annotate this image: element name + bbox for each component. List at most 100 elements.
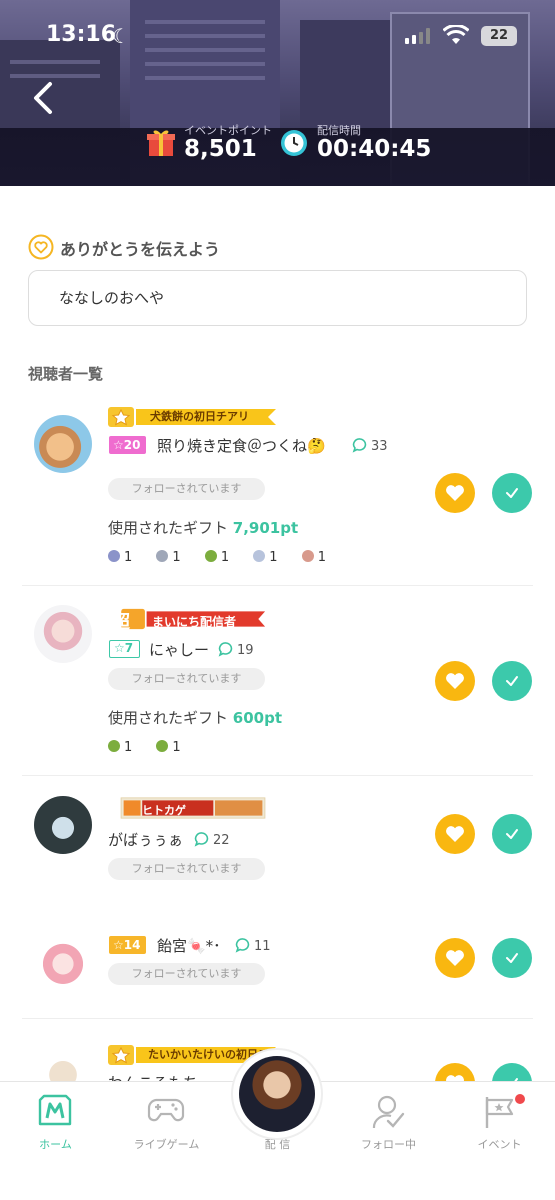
comment-count: 33 xyxy=(352,437,388,454)
comment-icon xyxy=(218,642,233,657)
level-badge: ☆14 xyxy=(109,936,147,954)
gift-total-label: 使用されたギフト xyxy=(108,519,229,537)
gift-icon xyxy=(156,740,169,752)
status-time: 13:16 xyxy=(46,22,117,47)
tab-event-label: イベント xyxy=(477,1138,522,1151)
stream-header: 13:16 ☾ 22 イベントポイント 8,501 配信時間 00:40:45 xyxy=(0,0,555,186)
comment-count-value: 33 xyxy=(371,439,388,454)
thanks-heart-button[interactable] xyxy=(435,814,475,854)
clock-icon xyxy=(281,130,307,156)
viewer-name[interactable]: 飴宮🍬*･ xyxy=(157,935,221,956)
check-button[interactable] xyxy=(492,938,532,978)
follow-status-badge: フォローされています xyxy=(108,858,265,880)
notification-dot xyxy=(515,1094,525,1104)
thanks-heart-button[interactable] xyxy=(435,473,475,513)
stream-duration: 配信時間 00:40:45 xyxy=(279,124,431,172)
gift-item: 1 xyxy=(301,550,326,565)
viewer-avatar[interactable] xyxy=(34,605,92,663)
home-m-icon xyxy=(38,1094,72,1126)
bottom-tab-bar: ホーム ライブゲーム 配 信 フォロー中 イベント xyxy=(0,1048,555,1200)
viewers-list-title: 視聴者一覧 xyxy=(28,365,104,383)
gift-item: 1 xyxy=(156,740,181,755)
tab-event[interactable]: イベント xyxy=(444,1082,555,1200)
broadcaster-avatar xyxy=(239,1056,315,1132)
viewer-avatar[interactable] xyxy=(34,796,92,854)
gift-count: 1 xyxy=(220,550,230,565)
wifi-icon xyxy=(443,25,469,44)
tab-home[interactable]: ホーム xyxy=(0,1082,111,1200)
event-flag-icon xyxy=(485,1097,514,1128)
status-bar: 13:16 ☾ 22 xyxy=(0,22,555,54)
gift-total-points: 7,901pt xyxy=(232,519,299,537)
viewer-row[interactable]: 超 まいにち配信者 ☆7 にゃしー 19 フォローされています 使用されたギフト… xyxy=(22,586,533,776)
event-points: イベントポイント 8,501 xyxy=(146,124,272,172)
gift-count: 1 xyxy=(172,740,181,755)
comment-icon xyxy=(352,438,367,453)
tab-live-game[interactable]: ライブゲーム xyxy=(111,1082,222,1200)
check-button[interactable] xyxy=(492,661,532,701)
viewer-list-screen[interactable]: ありがとうを伝えよう ななしのおへや 視聴者一覧 犬鉄餅の初日チアリ ☆20 照… xyxy=(0,186,555,1081)
viewer-row[interactable]: ☆14 飴宮🍬*･ 11 フォローされています xyxy=(22,919,533,1019)
gift-icon xyxy=(204,550,217,562)
gift-count: 1 xyxy=(269,550,278,565)
comment-count-value: 11 xyxy=(254,939,271,954)
check-icon xyxy=(506,829,518,839)
back-arrow-icon[interactable] xyxy=(30,80,60,116)
thanks-heart-button[interactable] xyxy=(435,661,475,701)
check-button[interactable] xyxy=(492,814,532,854)
heart-outline-icon xyxy=(28,234,54,260)
comment-count-value: 22 xyxy=(213,833,230,848)
viewer-name[interactable]: わんころもち xyxy=(108,1072,198,1081)
heart-icon xyxy=(446,826,464,842)
signal-icon xyxy=(405,28,430,44)
broadcast-button[interactable] xyxy=(231,1048,323,1140)
gift-icon xyxy=(156,550,169,562)
tab-following[interactable]: フォロー中 xyxy=(333,1082,444,1200)
heart-icon xyxy=(446,950,464,966)
comment-count: 22 xyxy=(194,831,230,848)
level-badge: ☆7 xyxy=(109,640,141,658)
thanks-title: ありがとうを伝えよう xyxy=(60,240,221,259)
gift-item: 1 xyxy=(253,550,278,565)
gift-icon xyxy=(301,550,314,562)
comment-icon xyxy=(194,832,209,847)
comment-icon xyxy=(235,938,250,953)
tab-home-label: ホーム xyxy=(39,1138,72,1151)
gift-total-label: 使用されたギフト xyxy=(108,709,229,727)
title-banner xyxy=(120,797,266,819)
event-points-value: 8,501 xyxy=(184,136,257,162)
viewer-avatar[interactable] xyxy=(34,415,92,473)
viewer-avatar[interactable] xyxy=(34,1040,92,1081)
heart-icon xyxy=(446,1075,464,1081)
gift-count: 1 xyxy=(124,740,133,755)
gift-icon xyxy=(253,550,266,562)
viewer-name[interactable]: がばぅぅぁ xyxy=(108,829,183,850)
gift-total: 使用されたギフト 7,901pt xyxy=(108,517,298,538)
gamepad-icon xyxy=(147,1098,185,1122)
check-button[interactable] xyxy=(492,473,532,513)
check-button[interactable] xyxy=(492,1063,532,1081)
follow-status-badge: フォローされています xyxy=(108,478,265,500)
thanks-heart-button[interactable] xyxy=(435,938,475,978)
gift-list: 1 1 xyxy=(108,740,201,758)
gift-total-points: 600pt xyxy=(232,709,283,727)
check-icon xyxy=(506,953,518,963)
gift-icon xyxy=(147,130,175,156)
gift-item: 1 xyxy=(156,550,181,565)
follow-status-badge: フォローされています xyxy=(108,668,265,690)
title-banner-text: 犬鉄餅の初日チアリ xyxy=(150,410,249,423)
heart-icon xyxy=(446,485,464,501)
thanks-message-field[interactable]: ななしのおへや xyxy=(28,270,527,326)
viewer-name[interactable]: にゃしー xyxy=(149,639,209,660)
battery-indicator: 22 xyxy=(481,26,517,46)
viewer-avatar[interactable] xyxy=(34,932,92,990)
title-banner-badge: 超 xyxy=(112,612,130,633)
viewer-row[interactable]: 犬鉄餅の初日チアリ ☆20 照り焼き定食＠つくね🤔 33 フォローされています … xyxy=(22,401,533,586)
thanks-heart-button[interactable] xyxy=(435,1063,475,1081)
gift-total: 使用されたギフト 600pt xyxy=(108,707,282,728)
title-banner-text: ヒトカゲ xyxy=(142,804,186,817)
gift-list: 1 1 1 1 1 xyxy=(108,550,346,568)
viewer-name[interactable]: 照り焼き定食＠つくね🤔 xyxy=(157,435,326,456)
gift-item: 1 xyxy=(108,740,132,755)
title-banner-text: まいにち配信者 xyxy=(152,615,237,629)
